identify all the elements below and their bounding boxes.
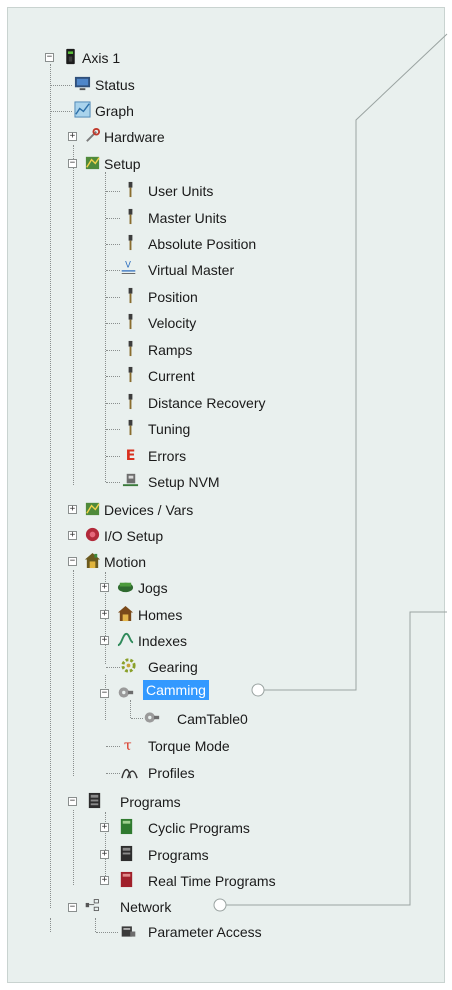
tree-item-network[interactable]: Network: [120, 897, 171, 917]
setup-icon: [85, 156, 100, 170]
tree-item-camtable0[interactable]: CamTable0: [177, 709, 248, 729]
tree-item-position[interactable]: Position: [148, 287, 198, 307]
monitor-icon: [74, 76, 91, 91]
tree-item-programs-sub[interactable]: Programs: [148, 845, 209, 865]
graph-icon: [74, 101, 91, 118]
svg-text:τ: τ: [124, 738, 132, 753]
tree-item-motion[interactable]: Motion: [104, 552, 146, 572]
tree-item-programs[interactable]: Programs: [120, 792, 181, 812]
expander-cyclic-programs[interactable]: +: [100, 823, 109, 832]
parameter-probe-icon: [128, 313, 133, 330]
devices-icon: [85, 502, 100, 516]
tree-item-graph[interactable]: Graph: [95, 101, 134, 121]
parameter-probe-icon: [128, 234, 133, 251]
expander-programs-sub[interactable]: +: [100, 850, 109, 859]
torque-icon: τ: [124, 738, 132, 753]
tree-item-homes[interactable]: Homes: [138, 605, 182, 625]
tree-item-setup-nvm[interactable]: Setup NVM: [148, 472, 220, 492]
tree-item-indexes[interactable]: Indexes: [138, 631, 187, 651]
tree-item-jogs[interactable]: Jogs: [138, 578, 168, 598]
tree-item-current[interactable]: Current: [148, 366, 195, 386]
tree-item-setup[interactable]: Setup: [104, 154, 141, 174]
expander-devices-vars[interactable]: +: [68, 505, 77, 514]
tree-item-cyclic-programs[interactable]: Cyclic Programs: [148, 818, 250, 838]
tree-item-status[interactable]: Status: [95, 75, 135, 95]
tree-item-ramps[interactable]: Ramps: [148, 340, 192, 360]
tree-item-errors[interactable]: Errors: [148, 446, 186, 466]
expander-homes[interactable]: +: [100, 610, 109, 619]
parameter-probe-icon: [128, 419, 133, 436]
parameter-probe-icon: [128, 208, 133, 225]
tree-item-torque-mode[interactable]: Torque Mode: [148, 736, 230, 756]
tree-item-parameter-access[interactable]: Parameter Access: [148, 922, 262, 942]
axis-drive-icon: [66, 48, 75, 65]
program-icon: [120, 818, 133, 835]
gear-icon: [121, 658, 136, 673]
tree-item-absolute-position[interactable]: Absolute Position: [148, 234, 256, 254]
tree-item-distance-recovery[interactable]: Distance Recovery: [148, 393, 266, 413]
parameter-probe-icon: [128, 181, 133, 198]
program-icon: [88, 792, 101, 809]
profiles-icon: [121, 768, 138, 779]
nvm-save-icon: [122, 473, 139, 487]
expander-real-time-programs[interactable]: +: [100, 876, 109, 885]
svg-text:E: E: [126, 448, 136, 463]
tree-item-profiles[interactable]: Profiles: [148, 763, 195, 783]
svg-text:V: V: [125, 261, 131, 271]
motion-icon: [84, 552, 101, 569]
parameter-probe-icon: [128, 393, 133, 410]
parameter-probe-icon: [128, 366, 133, 383]
tree-item-user-units[interactable]: User Units: [148, 181, 213, 201]
cam-icon: [118, 687, 134, 698]
expander-jogs[interactable]: +: [100, 583, 109, 592]
network-icon: [85, 899, 99, 912]
expander-hardware[interactable]: +: [68, 132, 77, 141]
expander-network[interactable]: −: [68, 903, 77, 912]
tree-item-camming[interactable]: Camming: [143, 680, 209, 700]
expander-indexes[interactable]: +: [100, 636, 109, 645]
expander-io-setup[interactable]: +: [68, 531, 77, 540]
parameter-probe-icon: [128, 340, 133, 357]
expander-camming[interactable]: −: [100, 689, 109, 698]
index-curve-icon: [117, 632, 134, 647]
parameter-probe-icon: [128, 287, 133, 304]
tree-item-master-units[interactable]: Master Units: [148, 208, 227, 228]
virtual-master-icon: V: [121, 261, 136, 274]
expander-motion[interactable]: −: [68, 557, 77, 566]
tree-item-io-setup[interactable]: I/O Setup: [104, 526, 163, 546]
tree-item-virtual-master[interactable]: Virtual Master: [148, 260, 234, 280]
program-icon: [120, 845, 133, 862]
tools-icon: [86, 127, 101, 142]
parameter-access-icon: [121, 926, 136, 937]
home-icon: [117, 605, 134, 622]
tree-item-hardware[interactable]: Hardware: [104, 127, 165, 147]
io-icon: [85, 527, 100, 542]
program-icon: [120, 871, 133, 888]
jogs-icon: [117, 582, 134, 593]
expander-programs[interactable]: −: [68, 797, 77, 806]
error-e-icon: E: [126, 448, 136, 463]
cam-table-icon: [144, 712, 160, 723]
tree-item-gearing[interactable]: Gearing: [148, 657, 198, 677]
expander-setup[interactable]: −: [68, 159, 77, 168]
tree-item-real-time-programs[interactable]: Real Time Programs: [148, 871, 276, 891]
tree-item-tuning[interactable]: Tuning: [148, 419, 190, 439]
project-tree: − Axis 1 Status Graph + Hardware − Setup…: [0, 0, 452, 990]
tree-item-devices-vars[interactable]: Devices / Vars: [104, 500, 193, 520]
tree-item-axis[interactable]: Axis 1: [82, 48, 120, 68]
expander-axis[interactable]: −: [45, 53, 54, 62]
tree-item-velocity[interactable]: Velocity: [148, 313, 196, 333]
